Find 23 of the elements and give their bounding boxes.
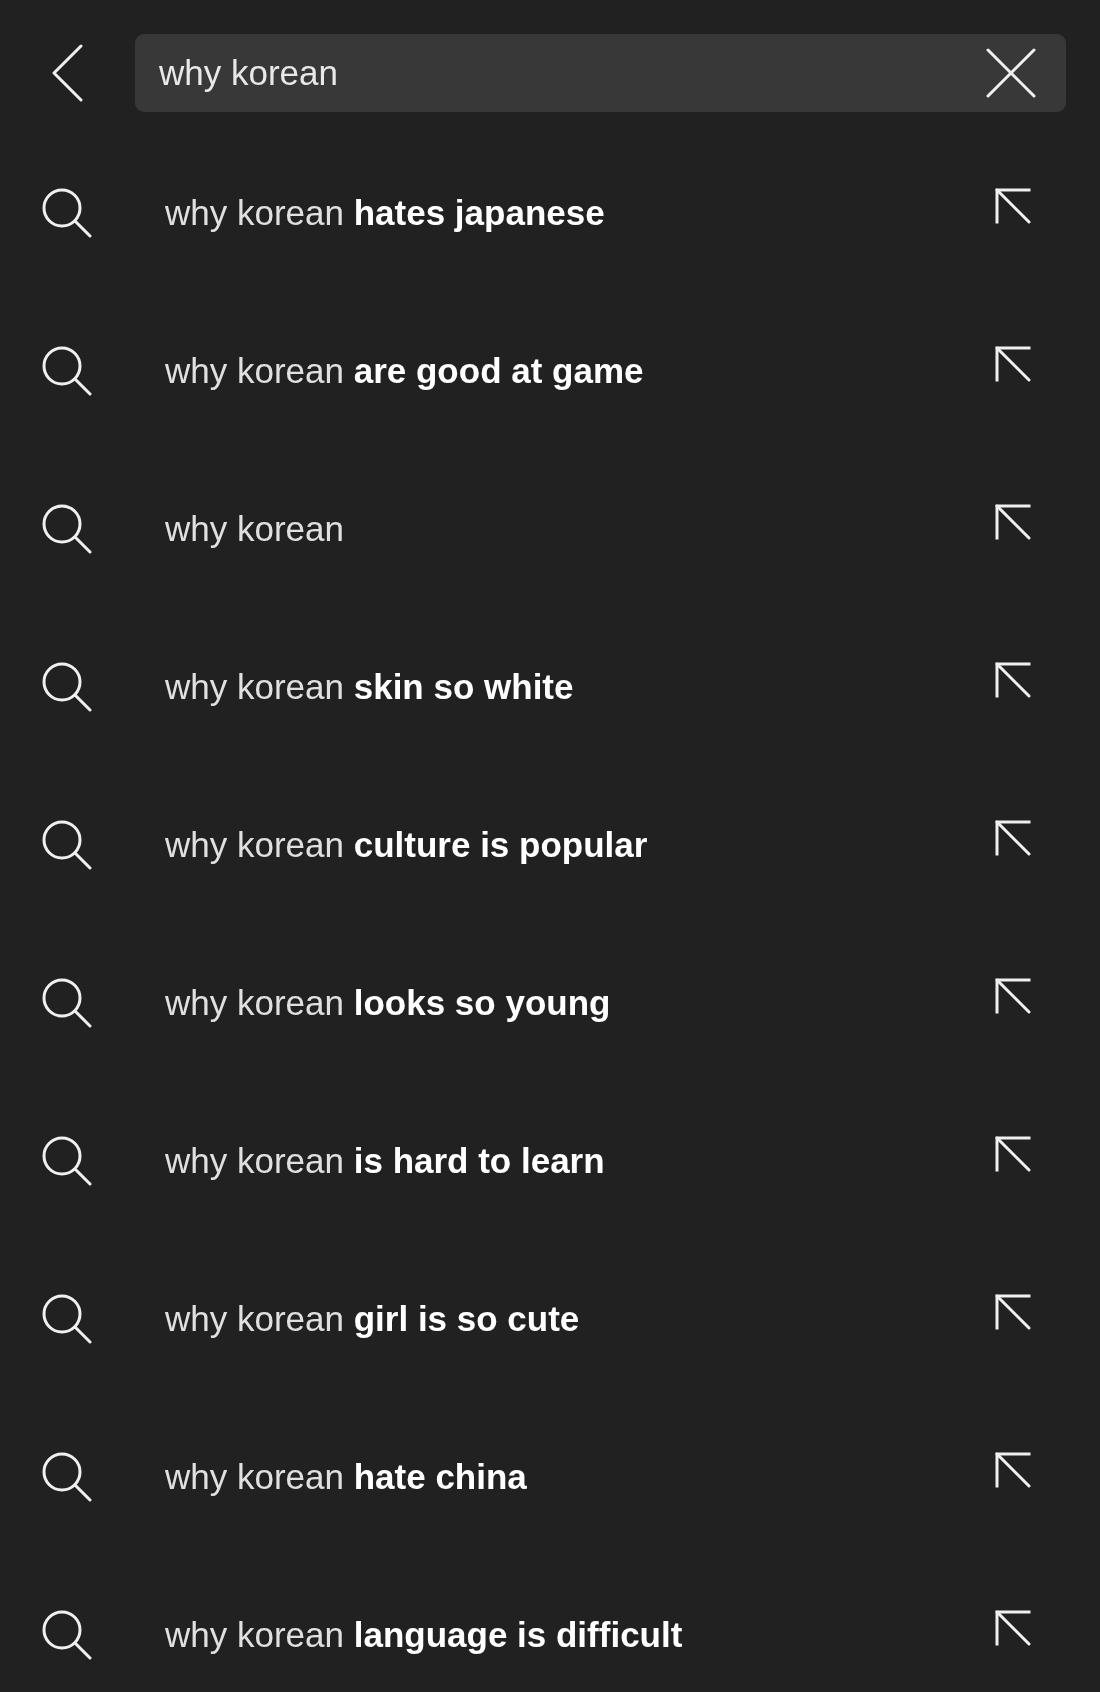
search-icon (42, 1136, 92, 1186)
search-icon (42, 662, 92, 712)
back-icon[interactable] (51, 44, 83, 102)
suggestion-text[interactable]: why korean hates japanese (165, 193, 605, 233)
suggestion-text[interactable]: why korean skin so white (165, 667, 574, 707)
clear-icon[interactable] (986, 48, 1036, 98)
suggestion-text[interactable]: why korean hate china (165, 1457, 527, 1497)
search-icon (42, 1610, 92, 1660)
suggestion-text[interactable]: why korean language is difficult (165, 1615, 683, 1655)
suggestion-text[interactable]: why korean is hard to learn (165, 1141, 605, 1181)
search-icon (42, 978, 92, 1028)
search-icon (42, 820, 92, 870)
suggestion-text[interactable]: why korean (165, 509, 344, 549)
search-field[interactable]: why korean (135, 34, 1066, 112)
suggestion-text[interactable]: why korean are good at game (165, 351, 644, 391)
search-icon (42, 504, 92, 554)
search-icon (42, 1294, 92, 1344)
suggestion-text[interactable]: why korean looks so young (165, 983, 611, 1023)
search-icon (42, 188, 92, 238)
search-icon (42, 346, 92, 396)
search-icon (42, 1452, 92, 1502)
suggestion-text[interactable]: why korean culture is popular (165, 825, 648, 865)
suggestion-text[interactable]: why korean girl is so cute (165, 1299, 580, 1339)
